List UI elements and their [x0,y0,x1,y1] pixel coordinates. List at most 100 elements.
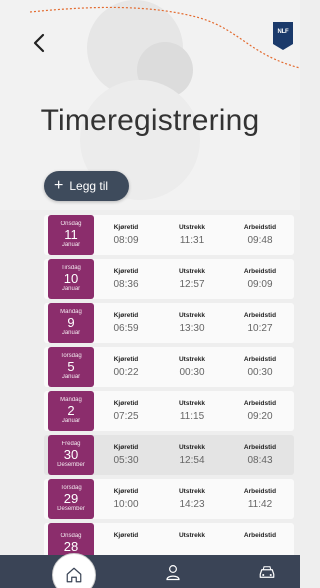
nav-profile-button[interactable] [158,555,188,588]
header: NLF Timeregistrering + Legg til [0,0,300,210]
weekday: Mandag [60,397,82,403]
utstrekk-cell: Utstrekk 12:54 [162,443,222,468]
utstrekk-label: Utstrekk [178,488,205,495]
kjoretid-label: Kjøretid [113,400,139,407]
back-button[interactable] [28,30,50,56]
date-badge: Mandag 9 Januar [48,303,94,343]
kjoretid-cell: Kjøretid 08:09 [96,223,156,248]
arbeidstid-cell: Arbeidstid 09:20 [230,399,290,424]
day-number: 2 [67,403,75,418]
kjoretid-cell: Kjøretid 08:36 [96,267,156,292]
date-badge: Onsdag 28 [48,523,94,555]
month: Januar [61,242,81,248]
month: Desember [57,506,85,512]
home-icon [66,567,82,583]
plus-icon: + [54,177,64,194]
kjoretid-label: Kjøretid [113,224,139,231]
nlf-logo-shape [273,22,293,50]
utstrekk-cell: Utstrekk [162,531,222,542]
utstrekk-value: 11:15 [179,411,205,422]
entry-list[interactable]: Onsdag 11 Januar Kjøretid 08:09 Utstrekk 1… [44,212,294,555]
kjoretid-value: 06:59 [113,323,139,334]
arbeidstid-label: Arbeidstid [243,268,277,275]
weekday: Mandag [60,309,82,315]
list-item[interactable]: Mandag 2 Januar Kjøretid 07:25 Utstrekk 11… [44,391,294,431]
arbeidstid-value: 09:48 [247,235,273,246]
date-badge: Mandag 2 Januar [48,391,94,431]
list-item[interactable]: Tirsdag 10 Januar Kjøretid 08:36 Utstrekk… [44,259,294,299]
arbeidstid-value: 10:27 [247,323,273,334]
bottom-nav [0,553,300,588]
utstrekk-value: 14:23 [179,499,205,510]
arbeidstid-value: 09:09 [247,279,273,290]
utstrekk-label: Utstrekk [178,400,205,407]
arbeidstid-label: Arbeidstid [243,488,277,495]
utstrekk-label: Utstrekk [178,268,205,275]
date-badge: Torsdag 5 Januar [48,347,94,387]
kjoretid-value: 05:30 [113,455,139,466]
month: Januar [61,374,81,380]
utstrekk-value: 12:54 [179,455,205,466]
weekday: Torsdag [60,353,82,359]
kjoretid-cell: Kjøretid 06:59 [96,311,156,336]
add-entry-label: Legg til [69,179,109,193]
user-icon [166,564,180,580]
car-icon [259,565,275,578]
list-item[interactable]: Torsdag 29 Desember Kjøretid 10:00 Utstre… [44,479,294,519]
arbeidstid-label: Arbeidstid [243,224,277,231]
list-item[interactable]: Mandag 9 Januar Kjøretid 06:59 Utstrekk 13… [44,303,294,343]
kjoretid-value: 07:25 [113,411,139,422]
kjoretid-label: Kjøretid [113,312,139,319]
utstrekk-label: Utstrekk [178,312,205,319]
kjoretid-label: Kjøretid [113,488,139,495]
arbeidstid-cell: Arbeidstid [230,531,290,542]
utstrekk-value: 11:31 [179,235,205,246]
arbeidstid-value: 11:42 [247,499,273,510]
list-item[interactable]: Onsdag 28 Kjøretid Utstrekk Arbeidstid [44,523,294,555]
utstrekk-cell: Utstrekk 00:30 [162,355,222,380]
kjoretid-value: 08:09 [113,235,139,246]
kjoretid-value: 00:22 [113,367,139,378]
kjoretid-label: Kjøretid [113,356,139,363]
list-item[interactable]: Fredag 30 Desember Kjøretid 05:30 Utstrek… [44,435,294,475]
month: Januar [61,330,81,336]
utstrekk-cell: Utstrekk 11:15 [162,399,222,424]
arbeidstid-label: Arbeidstid [243,356,277,363]
add-entry-button[interactable]: + Legg til [44,171,129,201]
nav-home-button[interactable] [52,553,96,588]
date-badge: Fredag 30 Desember [48,435,94,475]
kjoretid-cell: Kjøretid [96,531,156,542]
day-number: 28 [63,538,79,554]
utstrekk-label: Utstrekk [178,224,205,231]
arbeidstid-cell: Arbeidstid 00:30 [230,355,290,380]
logo-text: NLF [277,29,289,35]
utstrekk-value: 13:30 [179,323,205,334]
month: Januar [61,286,81,292]
arbeidstid-label: Arbeidstid [243,312,277,319]
day-number: 9 [67,315,75,330]
list-item[interactable]: Torsdag 5 Januar Kjøretid 00:22 Utstrekk 0… [44,347,294,387]
day-number: 5 [67,359,75,374]
kjoretid-cell: Kjøretid 10:00 [96,487,156,512]
nlf-logo: NLF [273,22,293,50]
arbeidstid-value: 09:20 [247,411,273,422]
date-badge: Tirsdag 10 Januar [48,259,94,299]
weekday: Fredag [61,441,81,447]
kjoretid-label: Kjøretid [113,532,139,539]
kjoretid-value: 08:36 [113,279,139,290]
kjoretid-label: Kjøretid [113,268,139,275]
arbeidstid-value: 00:30 [247,367,273,378]
utstrekk-value: 00:30 [179,367,205,378]
nav-vehicle-button[interactable] [252,555,282,588]
arbeidstid-cell: Arbeidstid 11:42 [230,487,290,512]
utstrekk-label: Utstrekk [178,444,205,451]
kjoretid-cell: Kjøretid 05:30 [96,443,156,468]
day-number: 30 [63,447,79,462]
utstrekk-label: Utstrekk [178,532,205,539]
month: Januar [61,418,81,424]
date-badge: Onsdag 11 Januar [48,215,94,255]
month: Desember [57,462,85,468]
kjoretid-label: Kjøretid [113,444,139,451]
weekday: Tirsdag [61,265,81,271]
list-item[interactable]: Onsdag 11 Januar Kjøretid 08:09 Utstrekk 1… [44,215,294,255]
